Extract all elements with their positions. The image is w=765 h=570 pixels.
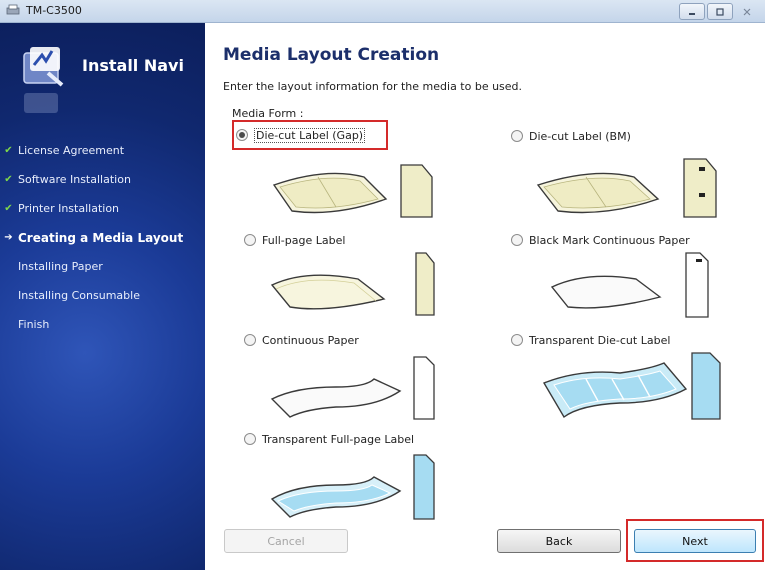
step-license-agreement: ✔ License Agreement — [0, 136, 205, 165]
close-button[interactable] — [735, 3, 759, 20]
cancel-button[interactable]: Cancel — [224, 529, 348, 553]
option-label: Black Mark Continuous Paper — [529, 233, 690, 247]
option-label: Die-cut Label (BM) — [529, 129, 631, 143]
step-label: Software Installation — [18, 173, 131, 186]
minimize-icon — [689, 12, 695, 15]
logo-reflection-icon — [24, 93, 58, 113]
transparent-die-cut-label-illustration — [542, 352, 721, 420]
step-label: License Agreement — [18, 144, 125, 157]
option-label: Die-cut Label (Gap) — [254, 127, 366, 143]
step-label: Finish — [18, 318, 50, 331]
check-icon: ✔ — [4, 203, 13, 214]
radio-continuous-paper[interactable]: Continuous Paper — [244, 332, 359, 348]
radio-selected-icon — [236, 129, 248, 141]
next-button[interactable]: Next — [634, 529, 756, 553]
printer-app-icon — [6, 4, 20, 15]
black-mark-continuous-paper-illustration — [550, 252, 709, 318]
brand-title: Install Navi — [82, 56, 184, 75]
die-cut-label-gap-illustration — [272, 164, 433, 218]
back-button[interactable]: Back — [497, 529, 621, 553]
radio-unselected-icon — [511, 334, 523, 346]
radio-full-page-label[interactable]: Full-page Label — [244, 232, 345, 248]
install-navi-sidebar: Install Navi ✔ License Agreement ✔ Softwar… — [0, 23, 205, 570]
title-bar: TM-C3500 — [0, 0, 765, 23]
step-label: Installing Consumable — [18, 289, 140, 302]
close-icon — [743, 8, 751, 15]
page-title: Media Layout Creation — [223, 45, 440, 65]
radio-transparent-full-page-label[interactable]: Transparent Full-page Label — [244, 431, 414, 447]
continuous-paper-illustration — [270, 356, 435, 420]
radio-die-cut-label-bm[interactable]: Die-cut Label (BM) — [511, 128, 631, 144]
step-printer-installation: ✔ Printer Installation — [0, 194, 205, 223]
step-finish: Finish — [0, 310, 205, 339]
maximize-button[interactable] — [707, 3, 733, 20]
radio-transparent-die-cut-label[interactable]: Transparent Die-cut Label — [511, 332, 670, 348]
step-label: Creating a Media Layout — [18, 230, 184, 245]
step-label: Printer Installation — [18, 202, 120, 215]
radio-unselected-icon — [244, 433, 256, 445]
transparent-full-page-label-illustration — [270, 454, 435, 520]
radio-unselected-icon — [244, 234, 256, 246]
install-navi-logo-icon — [23, 47, 64, 87]
radio-unselected-icon — [244, 334, 256, 346]
step-installing-paper: Installing Paper — [0, 252, 205, 281]
full-page-label-illustration — [270, 252, 435, 316]
check-icon: ✔ — [4, 145, 13, 156]
option-label: Continuous Paper — [262, 333, 359, 347]
option-label: Full-page Label — [262, 233, 346, 247]
radio-unselected-icon — [511, 130, 523, 142]
main-panel: Media Layout Creation Enter the layout i… — [206, 23, 765, 570]
die-cut-label-bm-illustration — [536, 158, 717, 218]
minimize-button[interactable] — [679, 3, 705, 20]
step-software-installation: ✔ Software Installation — [0, 165, 205, 194]
arrow-right-icon: ➔ — [4, 232, 13, 243]
step-label: Installing Paper — [18, 260, 103, 273]
radio-black-mark-continuous-paper[interactable]: Black Mark Continuous Paper — [511, 232, 690, 248]
option-label: Transparent Die-cut Label — [529, 333, 671, 347]
window-title: TM-C3500 — [26, 4, 82, 17]
page-description: Enter the layout information for the med… — [223, 80, 523, 93]
media-form-label: Media Form : — [232, 107, 304, 120]
step-creating-media-layout: ➔ Creating a Media Layout — [0, 223, 205, 252]
step-installing-consumable: Installing Consumable — [0, 281, 205, 310]
step-list: ✔ License Agreement ✔ Software Installatio… — [0, 136, 205, 339]
maximize-icon — [716, 7, 724, 16]
option-label: Transparent Full-page Label — [262, 432, 415, 446]
radio-unselected-icon — [511, 234, 523, 246]
radio-die-cut-label-gap[interactable]: Die-cut Label (Gap) — [236, 127, 366, 143]
check-icon: ✔ — [4, 174, 13, 185]
